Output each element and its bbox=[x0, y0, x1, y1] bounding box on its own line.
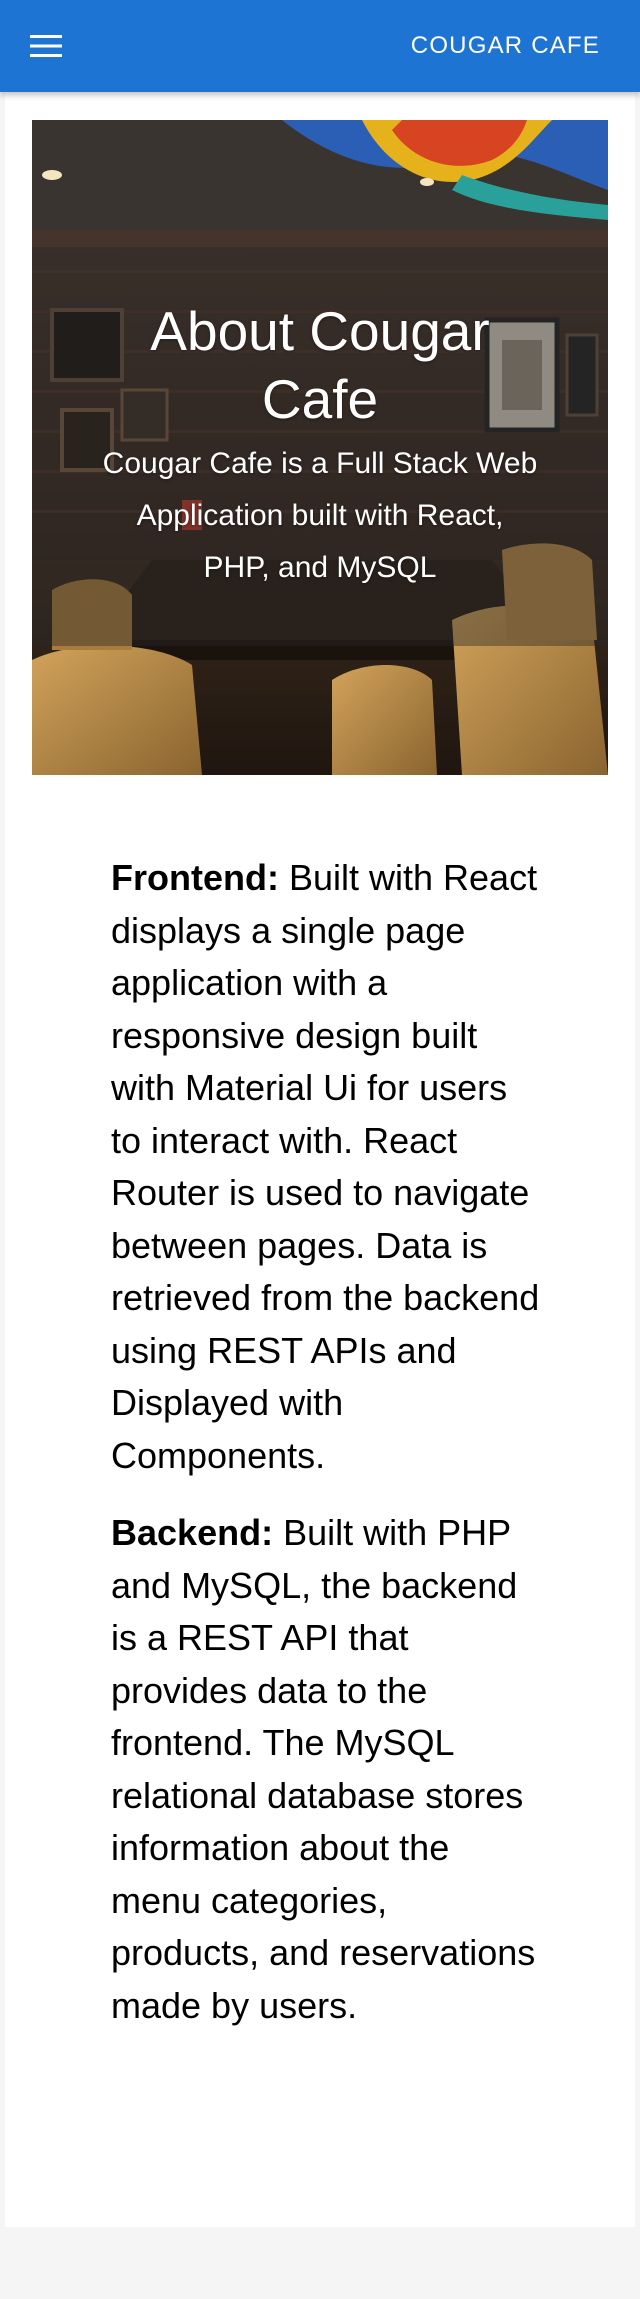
hero-subtitle: Cougar Cafe is a Full Stack Web Applicat… bbox=[102, 447, 538, 584]
backend-label: Backend: bbox=[111, 1512, 274, 1553]
app-bar: COUGAR CAFE bbox=[0, 0, 640, 92]
hero-banner: About Cougar Cafe Cougar Cafe is a Full … bbox=[32, 120, 608, 775]
frontend-text: Built with React displays a single page … bbox=[111, 857, 540, 1476]
backend-paragraph: Backend: Built with PHP and MySQL, the b… bbox=[111, 1507, 541, 2032]
backend-text: Built with PHP and MySQL, the backend is… bbox=[111, 1512, 536, 2026]
hamburger-menu-icon bbox=[30, 35, 62, 57]
menu-button[interactable] bbox=[14, 18, 78, 74]
hero-title: About Cougar Cafe bbox=[150, 300, 490, 430]
page-content: About Cougar Cafe Cougar Cafe is a Full … bbox=[5, 92, 635, 2227]
frontend-paragraph: Frontend: Built with React displays a si… bbox=[111, 852, 541, 1482]
brand-link[interactable]: COUGAR CAFE bbox=[411, 30, 600, 62]
about-content: Frontend: Built with React displays a si… bbox=[111, 852, 541, 2057]
frontend-label: Frontend: bbox=[111, 857, 279, 898]
